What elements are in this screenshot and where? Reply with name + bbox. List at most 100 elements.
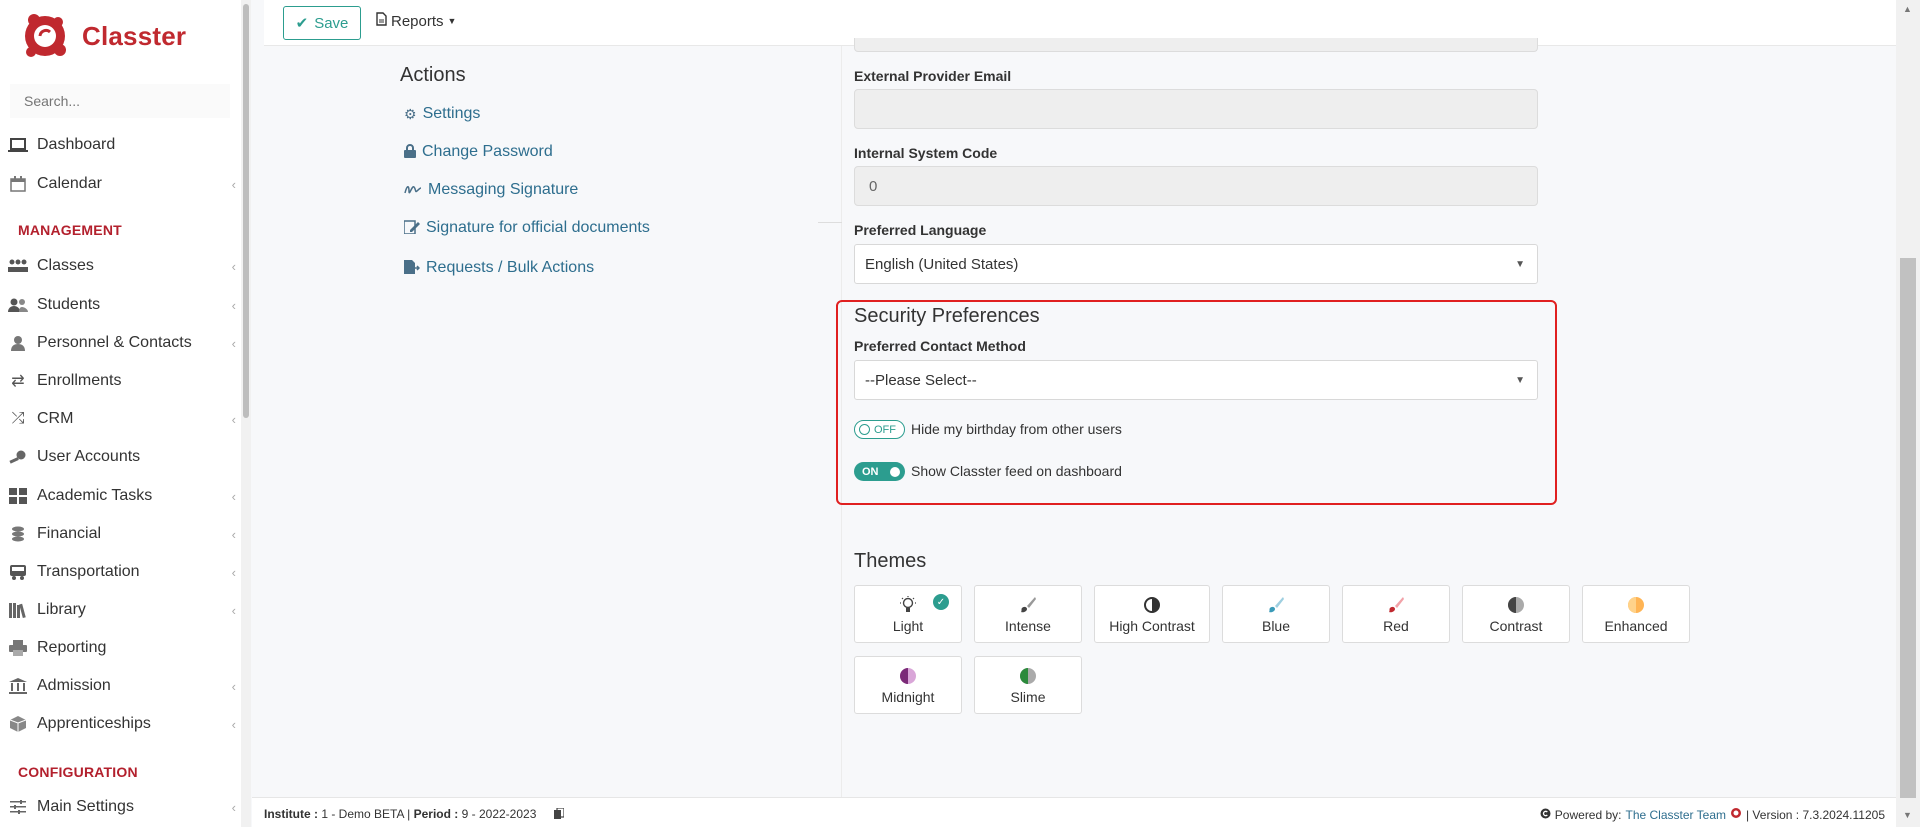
settings-link[interactable]: ⚙ Settings xyxy=(404,105,480,123)
reports-dropdown-button[interactable]: Reports ▼ xyxy=(376,12,456,30)
sidebar-item-students[interactable]: Students ‹ xyxy=(8,288,240,322)
footer-institute-info: Institute : 1 - Demo BETA | Period : 9 -… xyxy=(264,807,565,822)
theme-blue[interactable]: Blue xyxy=(1222,585,1330,643)
hide-birthday-label: Hide my birthday from other users xyxy=(911,421,1122,437)
scroll-up-arrow-icon[interactable]: ▲ xyxy=(1903,4,1912,14)
show-feed-toggle[interactable]: ON xyxy=(854,462,905,481)
footer-version-info: Powered by: The Classter Team | Version … xyxy=(1540,807,1885,822)
grid-icon xyxy=(8,486,28,506)
contact-method-select[interactable]: --Please Select-- ▼ xyxy=(854,360,1538,400)
theme-slime[interactable]: Slime xyxy=(974,656,1082,714)
theme-label: Light xyxy=(892,618,924,634)
sidebar-item-apprenticeships[interactable]: Apprenticeships ‹ xyxy=(8,707,240,741)
security-preferences-title: Security Preferences xyxy=(854,305,1040,327)
half-circle-icon xyxy=(1508,597,1524,613)
copy-icon[interactable] xyxy=(553,807,565,822)
theme-midnight[interactable]: Midnight xyxy=(854,656,962,714)
theme-enhanced[interactable]: Enhanced xyxy=(1582,585,1690,643)
chevron-left-icon: ‹ xyxy=(231,258,236,274)
sidebar-item-label: Financial xyxy=(37,525,102,542)
theme-label: Contrast xyxy=(1489,618,1543,634)
requests-bulk-actions-link[interactable]: Requests / Bulk Actions xyxy=(404,259,594,277)
shuffle-icon: ⤮ xyxy=(11,410,25,427)
sidebar: Classter Dashboard Calendar ‹ MANAGEMENT… xyxy=(0,0,251,827)
half-circle-icon xyxy=(1628,597,1644,613)
sidebar-item-reporting[interactable]: Reporting xyxy=(8,631,240,665)
messaging-signature-link[interactable]: Messaging Signature xyxy=(404,181,578,199)
caret-down-icon: ▼ xyxy=(447,16,457,26)
sliders-icon xyxy=(8,797,28,817)
chevron-left-icon: ‹ xyxy=(231,297,236,313)
requests-bulk-actions-link-label: Requests / Bulk Actions xyxy=(426,259,595,276)
sidebar-item-crm[interactable]: ⤮ CRM ‹ xyxy=(8,402,240,436)
page-scrollbar[interactable]: ▲ ▼ xyxy=(1896,0,1920,827)
sidebar-item-label: Reporting xyxy=(37,639,107,656)
export-doc-icon xyxy=(404,259,421,277)
themes-title: Themes xyxy=(854,550,927,572)
cut-off-field[interactable] xyxy=(854,38,1538,52)
scroll-down-arrow-icon[interactable]: ▼ xyxy=(1903,810,1912,820)
sidebar-item-classes[interactable]: Classes ‹ xyxy=(8,249,240,283)
key-icon xyxy=(8,447,28,467)
hide-birthday-toggle[interactable]: OFF xyxy=(854,420,905,439)
save-button-label: Save xyxy=(314,14,349,32)
sidebar-item-transportation[interactable]: Transportation ‹ xyxy=(8,555,240,589)
actions-title: Actions xyxy=(400,64,466,86)
internal-code-input[interactable]: 0 xyxy=(854,166,1538,206)
theme-light[interactable]: ✓ Light xyxy=(854,585,962,643)
sidebar-item-enrollments[interactable]: ⇄ Enrollments xyxy=(8,364,240,398)
cogs-icon: ⚙ xyxy=(404,105,417,122)
page-scrollbar-thumb[interactable] xyxy=(1900,258,1916,798)
sidebar-item-library[interactable]: Library ‹ xyxy=(8,593,240,627)
sidebar-scrollbar[interactable] xyxy=(241,0,251,827)
sidebar-item-user-accounts[interactable]: User Accounts xyxy=(8,440,240,474)
language-select[interactable]: English (United States) ▼ xyxy=(854,244,1538,284)
contact-method-label: Preferred Contact Method xyxy=(854,338,1026,354)
reports-label: Reports xyxy=(391,12,444,30)
check-icon: ✔ xyxy=(295,15,309,32)
chevron-left-icon: ‹ xyxy=(231,411,236,427)
save-button[interactable]: ✔ Save xyxy=(283,6,361,40)
printer-icon xyxy=(8,638,28,658)
half-circle-icon xyxy=(1144,597,1160,613)
official-signature-link-label: Signature for official documents xyxy=(426,219,650,236)
sidebar-item-financial[interactable]: Financial ‹ xyxy=(8,517,240,551)
theme-label: Blue xyxy=(1261,618,1291,634)
chevron-left-icon: ‹ xyxy=(231,176,236,192)
edit-doc-icon xyxy=(403,219,420,237)
sidebar-scrollbar-thumb[interactable] xyxy=(243,4,249,418)
person-icon xyxy=(8,333,28,353)
show-feed-label: Show Classter feed on dashboard xyxy=(911,463,1122,479)
bus-icon xyxy=(8,562,28,582)
theme-intense[interactable]: Intense xyxy=(974,585,1082,643)
sidebar-search-input[interactable] xyxy=(10,84,230,118)
theme-high-contrast[interactable]: High Contrast xyxy=(1094,585,1210,643)
classes-icon xyxy=(8,256,28,276)
change-password-link[interactable]: Change Password xyxy=(404,143,553,161)
sidebar-item-label: Students xyxy=(37,296,101,313)
app-logo[interactable]: Classter xyxy=(22,12,186,60)
sidebar-item-main-settings[interactable]: Main Settings ‹ xyxy=(8,790,240,824)
brush-icon xyxy=(1389,597,1404,613)
messaging-signature-link-label: Messaging Signature xyxy=(428,181,579,198)
change-password-link-label: Change Password xyxy=(422,143,553,160)
sidebar-item-admission[interactable]: Admission ‹ xyxy=(8,669,240,703)
classter-team-link[interactable]: The Classter Team xyxy=(1626,808,1726,822)
external-email-input[interactable] xyxy=(854,89,1538,129)
powered-by-label: Powered by: xyxy=(1554,807,1622,822)
sidebar-item-label: Apprenticeships xyxy=(37,715,151,732)
box-icon xyxy=(8,714,28,734)
chevron-left-icon: ‹ xyxy=(231,335,236,351)
official-signature-link[interactable]: Signature for official documents xyxy=(403,219,650,237)
sidebar-item-label: Enrollments xyxy=(37,372,122,389)
chevron-left-icon: ‹ xyxy=(231,526,236,542)
theme-red[interactable]: Red xyxy=(1342,585,1450,643)
swap-arrows-icon: ⇄ xyxy=(11,373,25,390)
sidebar-item-academic-tasks[interactable]: Academic Tasks ‹ xyxy=(8,479,240,513)
sidebar-item-label: Admission xyxy=(37,677,111,694)
sidebar-item-dashboard[interactable]: Dashboard xyxy=(8,128,240,162)
sidebar-item-personnel[interactable]: Personnel & Contacts ‹ xyxy=(8,326,240,360)
theme-contrast[interactable]: Contrast xyxy=(1462,585,1570,643)
sidebar-item-calendar[interactable]: Calendar ‹ xyxy=(8,167,240,201)
chevron-left-icon: ‹ xyxy=(231,678,236,694)
